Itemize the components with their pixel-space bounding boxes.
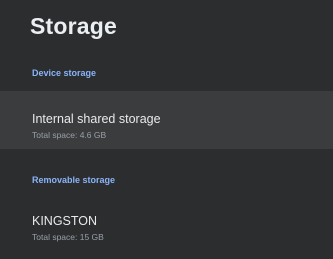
list-item-internal-shared-storage[interactable]: Internal shared storage Total space: 4.6… bbox=[0, 91, 333, 149]
item-subtitle: Total space: 15 GB bbox=[32, 232, 104, 242]
item-title: Internal shared storage bbox=[32, 112, 161, 126]
page-title: Storage bbox=[30, 13, 118, 39]
storage-screen: Storage Device storage Internal shared s… bbox=[0, 0, 333, 259]
item-title: KINGSTON bbox=[32, 214, 98, 228]
section-header-device-storage: Device storage bbox=[32, 68, 97, 78]
item-subtitle: Total space: 4.6 GB bbox=[32, 130, 107, 140]
list-item-kingston[interactable]: KINGSTON Total space: 15 GB bbox=[0, 200, 333, 259]
section-header-removable-storage: Removable storage bbox=[32, 175, 116, 185]
